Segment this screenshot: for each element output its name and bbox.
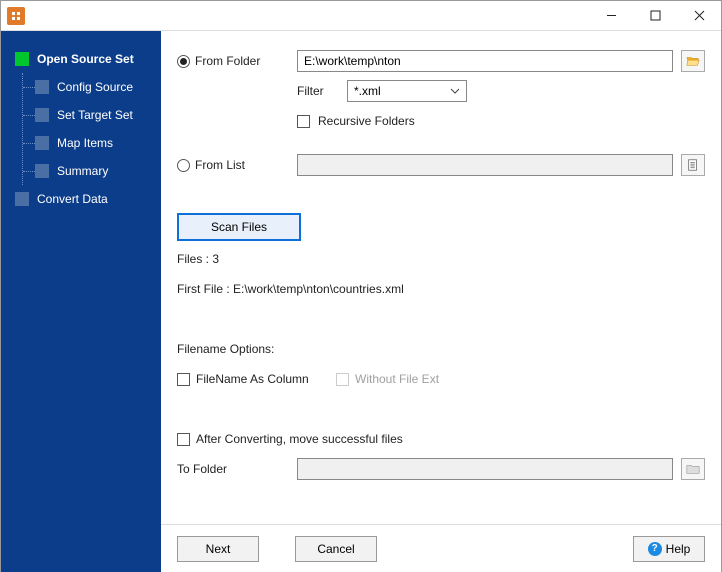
from-folder-label: From Folder	[195, 54, 260, 68]
first-file-label: First File : E:\work\temp\nton\countries…	[177, 282, 404, 296]
to-folder-label: To Folder	[177, 462, 227, 476]
sidebar-item-label: Config Source	[57, 80, 133, 94]
from-list-label: From List	[195, 158, 245, 172]
step-marker-icon	[35, 164, 49, 178]
minimize-button[interactable]	[589, 1, 633, 31]
folder-open-icon	[686, 54, 700, 68]
browse-to-folder-button[interactable]	[681, 458, 705, 480]
without-file-ext-checkbox	[336, 373, 349, 386]
step-marker-icon	[35, 108, 49, 122]
app-icon	[7, 7, 25, 25]
step-marker-icon	[35, 136, 49, 150]
recursive-folders-label: Recursive Folders	[318, 114, 415, 128]
after-converting-label: After Converting, move successful files	[196, 432, 403, 446]
sidebar-item-map-items[interactable]: Map Items	[23, 129, 161, 157]
titlebar	[1, 1, 721, 31]
sidebar-item-label: Summary	[57, 164, 108, 178]
after-converting-checkbox[interactable]	[177, 433, 190, 446]
recursive-folders-checkbox[interactable]	[297, 115, 310, 128]
to-folder-input	[297, 458, 673, 480]
sidebar-item-summary[interactable]: Summary	[23, 157, 161, 185]
without-file-ext-label: Without File Ext	[355, 372, 439, 386]
help-icon: ?	[648, 542, 662, 556]
filter-label: Filter	[297, 84, 339, 98]
sidebar-item-label: Open Source Set	[37, 52, 134, 66]
from-list-radio[interactable]	[177, 159, 190, 172]
folder-path-input[interactable]	[297, 50, 673, 72]
sidebar-item-label: Map Items	[57, 136, 113, 150]
files-count-label: Files : 3	[177, 252, 219, 266]
next-button[interactable]: Next	[177, 536, 259, 562]
browse-list-button[interactable]	[681, 154, 705, 176]
from-folder-radio[interactable]	[177, 55, 190, 68]
sidebar-item-set-target-set[interactable]: Set Target Set	[23, 101, 161, 129]
sidebar-item-convert-data[interactable]: Convert Data	[9, 185, 161, 213]
scan-files-button[interactable]: Scan Files	[177, 213, 301, 241]
browse-folder-button[interactable]	[681, 50, 705, 72]
step-marker-icon	[15, 192, 29, 206]
filter-value: *.xml	[354, 84, 381, 98]
chevron-down-icon	[448, 81, 462, 101]
wizard-sidebar: Open Source Set Config Source Set Target…	[1, 31, 161, 572]
step-marker-icon	[35, 80, 49, 94]
cancel-button[interactable]: Cancel	[295, 536, 377, 562]
filter-combo[interactable]: *.xml	[347, 80, 467, 102]
sidebar-item-config-source[interactable]: Config Source	[23, 73, 161, 101]
document-icon	[686, 158, 700, 172]
wizard-button-bar: Next Cancel ? Help	[161, 524, 721, 572]
maximize-button[interactable]	[633, 1, 677, 31]
close-button[interactable]	[677, 1, 721, 31]
help-button[interactable]: ? Help	[633, 536, 705, 562]
folder-icon	[686, 462, 700, 476]
filename-as-column-label: FileName As Column	[196, 372, 336, 386]
from-list-input	[297, 154, 673, 176]
step-marker-icon	[15, 52, 29, 66]
sidebar-item-open-source-set[interactable]: Open Source Set	[9, 45, 161, 73]
sidebar-item-label: Convert Data	[37, 192, 108, 206]
main-panel: From Folder Filter *.xml	[161, 31, 721, 572]
filename-as-column-checkbox[interactable]	[177, 373, 190, 386]
filename-options-heading: Filename Options:	[177, 342, 274, 356]
sidebar-item-label: Set Target Set	[57, 108, 133, 122]
